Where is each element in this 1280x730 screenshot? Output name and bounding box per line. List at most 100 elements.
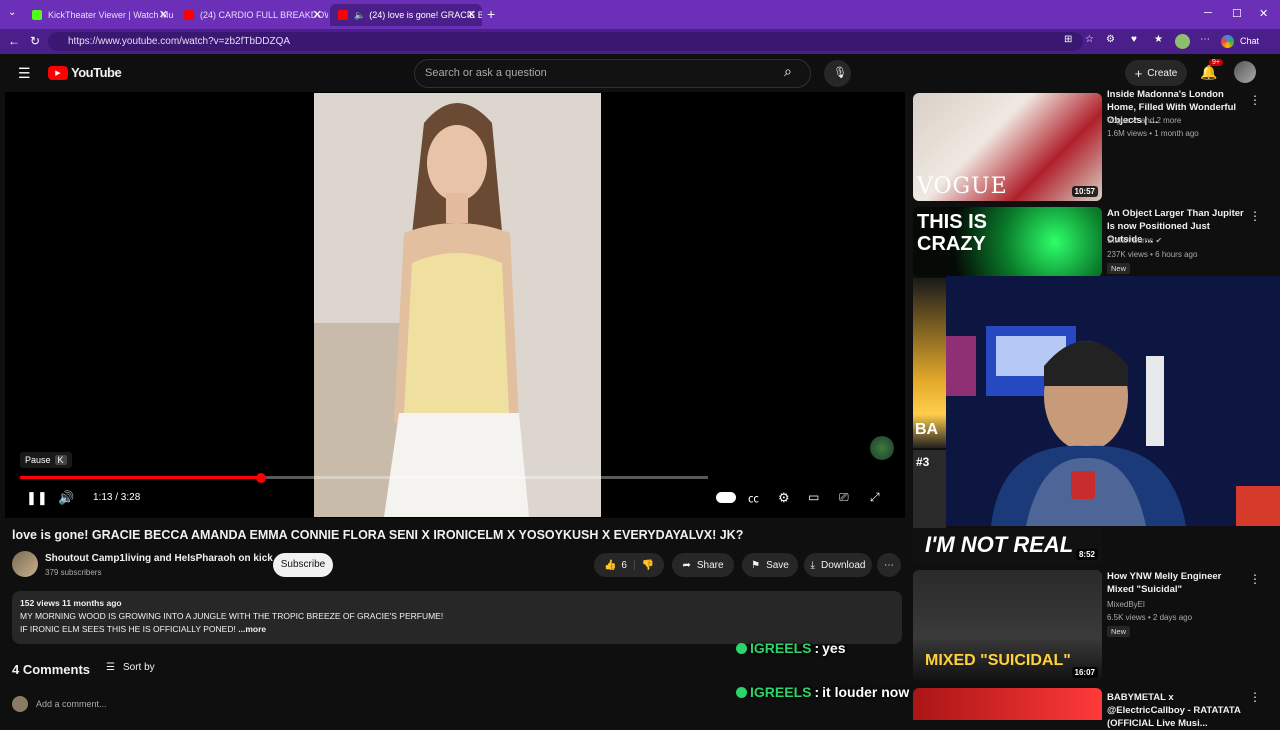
tab-kicktheater[interactable]: KickTheater Viewer | Watch Multi ✕	[24, 4, 174, 26]
browser-tab-bar: ⌄ KickTheater Viewer | Watch Multi ✕ (24…	[0, 0, 1280, 29]
hamburger-menu-icon[interactable]: ☰	[18, 65, 31, 82]
download-button[interactable]: ⤓ Download	[804, 553, 872, 577]
tab-list-icon[interactable]: ⌄	[8, 7, 16, 18]
channel-name: Vogue	[1107, 116, 1130, 125]
recommendation-thumbnail[interactable]: THIS IS CRAZY	[913, 207, 1102, 277]
search-input[interactable]: Search or ask a question	[414, 59, 811, 88]
recommendation-thumbnail[interactable]: VOGUE 10:57	[913, 93, 1102, 201]
maximize-icon[interactable]: ☐	[1232, 7, 1242, 20]
reader-icon[interactable]: ⊞	[1064, 34, 1072, 45]
recommendation-meta: 6.5K views • 2 days ago	[1107, 613, 1193, 622]
kick-favicon-icon	[32, 10, 42, 20]
comments-count: 4 Comments	[12, 662, 91, 677]
more-actions-button[interactable]: ⋯	[877, 553, 901, 577]
youtube-favicon-icon	[338, 10, 348, 20]
recommendation-title[interactable]: How YNW Melly Engineer Mixed "Suicidal"	[1107, 570, 1247, 596]
like-count: 6	[621, 559, 627, 571]
thumbnail-text: VOGUE	[917, 174, 1008, 199]
recommendation-item[interactable]: MIXED "SUICIDAL" 16:07 How YNW Melly Eng…	[913, 570, 1273, 682]
pause-icon[interactable]: ❚❚	[26, 490, 48, 506]
thumbs-down-icon[interactable]: 👎	[642, 560, 654, 571]
create-button[interactable]: + Create	[1125, 60, 1187, 86]
like-button[interactable]: 👍 6	[604, 560, 627, 571]
sort-by-button[interactable]: ☰ Sort by	[106, 662, 155, 673]
recommendation-thumbnail[interactable]: MIXED "SUICIDAL" 16:07	[913, 570, 1102, 682]
thumbnail-text: THIS IS CRAZY	[917, 211, 988, 255]
minimize-icon[interactable]: ─	[1204, 7, 1212, 19]
chat-label[interactable]: Chat	[1240, 36, 1259, 46]
recommendation-thumbnail[interactable]: I'M NOT REAL 8:52	[913, 528, 1102, 564]
search-icon[interactable]: ⌕	[784, 63, 808, 87]
share-button[interactable]: ➦ Share	[672, 553, 734, 577]
favorite-star-icon[interactable]: ☆	[1085, 34, 1094, 45]
tab-label: (24) love is gone! GRACIE BEC	[369, 10, 482, 20]
miniplayer-icon[interactable]: ▭	[808, 490, 819, 504]
sort-label: Sort by	[122, 662, 155, 673]
collections-icon[interactable]: ★	[1154, 34, 1163, 45]
account-avatar[interactable]	[1234, 61, 1256, 83]
volume-icon[interactable]: 🔊	[58, 490, 74, 506]
autoplay-toggle[interactable]	[716, 492, 736, 503]
recommendation-item[interactable]: VOGUE 10:57 Inside Madonna's London Home…	[913, 89, 1273, 203]
channel-name[interactable]: Shoutout Camp1living and HeIsPharaoh on …	[45, 553, 273, 564]
close-window-icon[interactable]: ✕	[1259, 7, 1268, 20]
fullscreen-icon[interactable]: ⤢	[870, 490, 880, 505]
channel-watermark-icon[interactable]	[870, 436, 894, 460]
recommendation-title[interactable]: BABYMETAL x @ElectricCallboy - RATATATA …	[1107, 691, 1247, 730]
recommendation-thumbnail-partial[interactable]: BA	[913, 278, 946, 448]
channel-avatar[interactable]	[12, 551, 38, 577]
copilot-icon[interactable]	[1221, 35, 1234, 48]
recommendation-item[interactable]: THIS IS CRAZY An Object Larger Than Jupi…	[913, 207, 1273, 277]
channel-name: Stefan Burns	[1107, 236, 1154, 245]
recommendation-thumbnail-partial[interactable]: #3	[913, 450, 946, 530]
more-vertical-icon[interactable]: ⋮	[1249, 209, 1261, 223]
refresh-icon[interactable]: ↻	[30, 34, 40, 48]
recommendation-item[interactable]: I'M NOT REAL 8:52	[913, 528, 1273, 564]
recommendation-channel[interactable]: Vogue ✔ and 2 more	[1107, 116, 1181, 125]
settings-gear-icon[interactable]: ⚙	[778, 490, 790, 506]
close-tab-icon[interactable]: ✕	[467, 8, 476, 21]
youtube-favicon-icon	[184, 10, 194, 20]
extensions-icon[interactable]: ⚙	[1106, 34, 1115, 45]
more-menu-icon[interactable]: ⋯	[1200, 34, 1210, 45]
youtube-header: ☰ ▶ YouTube Search or ask a question ⌕ 🎙…	[0, 54, 1280, 92]
youtube-logo[interactable]: ▶ YouTube	[48, 65, 122, 80]
save-button[interactable]: ⚑ Save	[742, 553, 798, 577]
progress-scrubber[interactable]	[255, 473, 266, 483]
chat-message: yes	[822, 640, 846, 656]
captions-icon[interactable]: ㏄	[748, 490, 759, 506]
recommendation-channel[interactable]: Stefan Burns ✔	[1107, 236, 1162, 245]
subscribe-button[interactable]: Subscribe	[273, 553, 333, 577]
close-tab-icon[interactable]: ✕	[313, 8, 322, 21]
more-vertical-icon[interactable]: ⋮	[1249, 572, 1261, 586]
url-text: https://www.youtube.com/watch?v=zb2fTbDD…	[68, 36, 291, 47]
recommendation-channel[interactable]: MixedByEl	[1107, 600, 1145, 609]
thumbnail-partial-text: BA	[915, 421, 939, 438]
back-icon[interactable]: ←	[8, 34, 20, 48]
video-duration: 8:52	[1075, 549, 1098, 560]
profile-avatar[interactable]	[1175, 34, 1190, 49]
browser-essentials-icon[interactable]: ♥	[1131, 34, 1137, 45]
more-vertical-icon[interactable]: ⋮	[1249, 690, 1261, 704]
notifications-bell-icon[interactable]: 🔔	[1200, 64, 1217, 81]
time-display: 1:13 / 3:28	[93, 492, 141, 503]
tab-cardio[interactable]: (24) CARDIO FULL BREAKDOWN | ✕	[176, 4, 328, 26]
description-more-link[interactable]: ...more	[238, 624, 266, 634]
more-vertical-icon[interactable]: ⋮	[1249, 93, 1261, 107]
add-comment-field[interactable]: Add a comment...	[12, 696, 107, 712]
video-frame[interactable]	[314, 93, 601, 517]
cast-icon[interactable]: ⎚	[839, 490, 849, 505]
download-icon: ⤓	[810, 559, 815, 571]
recommendation-item[interactable]: BABYMETAL x @ElectricCallboy - RATATATA …	[913, 688, 1273, 729]
speaker-icon[interactable]: 🔈	[354, 10, 365, 21]
thumbnail-text: I'M NOT REAL	[925, 532, 1074, 557]
tab-love-is-gone[interactable]: 🔈 (24) love is gone! GRACIE BEC ✕	[330, 4, 482, 26]
recommendation-thumbnail[interactable]	[913, 688, 1102, 720]
voice-search-button[interactable]: 🎙	[824, 60, 851, 87]
url-field[interactable]: https://www.youtube.com/watch?v=zb2fTbDD…	[48, 32, 1083, 51]
description-box[interactable]: 152 views 11 months ago MY MORNING WOOD …	[12, 591, 902, 644]
close-tab-icon[interactable]: ✕	[159, 8, 168, 21]
new-tab-icon[interactable]: +	[487, 6, 495, 22]
chat-overlay-message: IGREELS : it louder now	[736, 684, 909, 700]
youtube-wordmark: YouTube	[71, 65, 122, 80]
